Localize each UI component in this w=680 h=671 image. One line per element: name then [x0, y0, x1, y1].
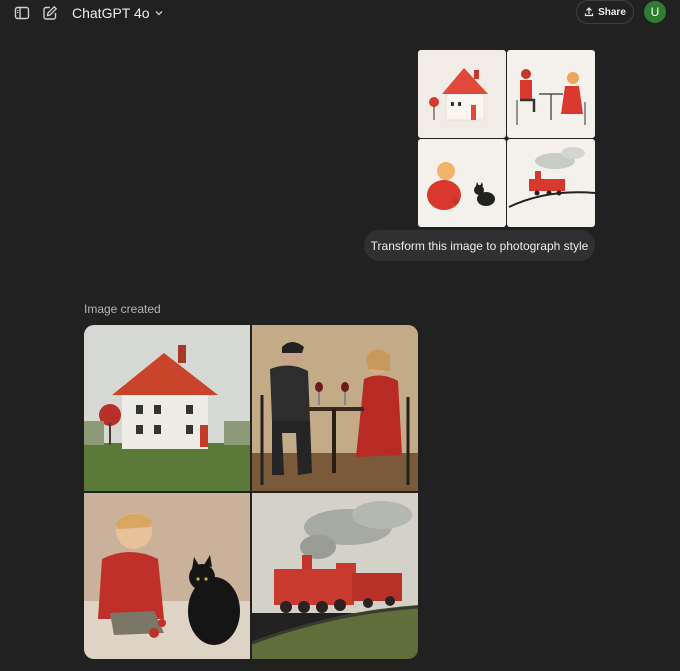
share-button[interactable]: Share [576, 0, 634, 24]
couple-dining-illustration-tile [507, 50, 595, 138]
avatar-initial: U [650, 5, 660, 19]
child-and-cat-photo-tile [84, 493, 250, 659]
chevron-down-icon [154, 8, 164, 18]
train-illustration-tile [507, 139, 595, 227]
generated-image[interactable] [84, 325, 418, 659]
share-label: Share [598, 6, 626, 18]
model-name: ChatGPT 4o [72, 5, 150, 21]
user-message-bubble: Transform this image to photograph style [364, 230, 595, 261]
model-selector[interactable]: ChatGPT 4o [72, 3, 164, 23]
house-illustration-tile [418, 50, 506, 138]
couple-dining-photo-tile [252, 325, 418, 491]
user-uploaded-image[interactable] [418, 50, 596, 228]
child-and-cat-illustration-tile [418, 139, 506, 227]
avatar[interactable]: U [644, 1, 666, 23]
sidebar-toggle-icon[interactable] [13, 4, 31, 22]
share-upload-icon [584, 7, 594, 17]
user-message-text: Transform this image to photograph style [370, 238, 589, 253]
edit-icon[interactable] [41, 4, 59, 22]
top-bar: ChatGPT 4o Share U [0, 0, 680, 26]
train-photo-tile [252, 493, 418, 659]
image-created-label: Image created [84, 302, 161, 316]
house-photo-tile [84, 325, 250, 491]
